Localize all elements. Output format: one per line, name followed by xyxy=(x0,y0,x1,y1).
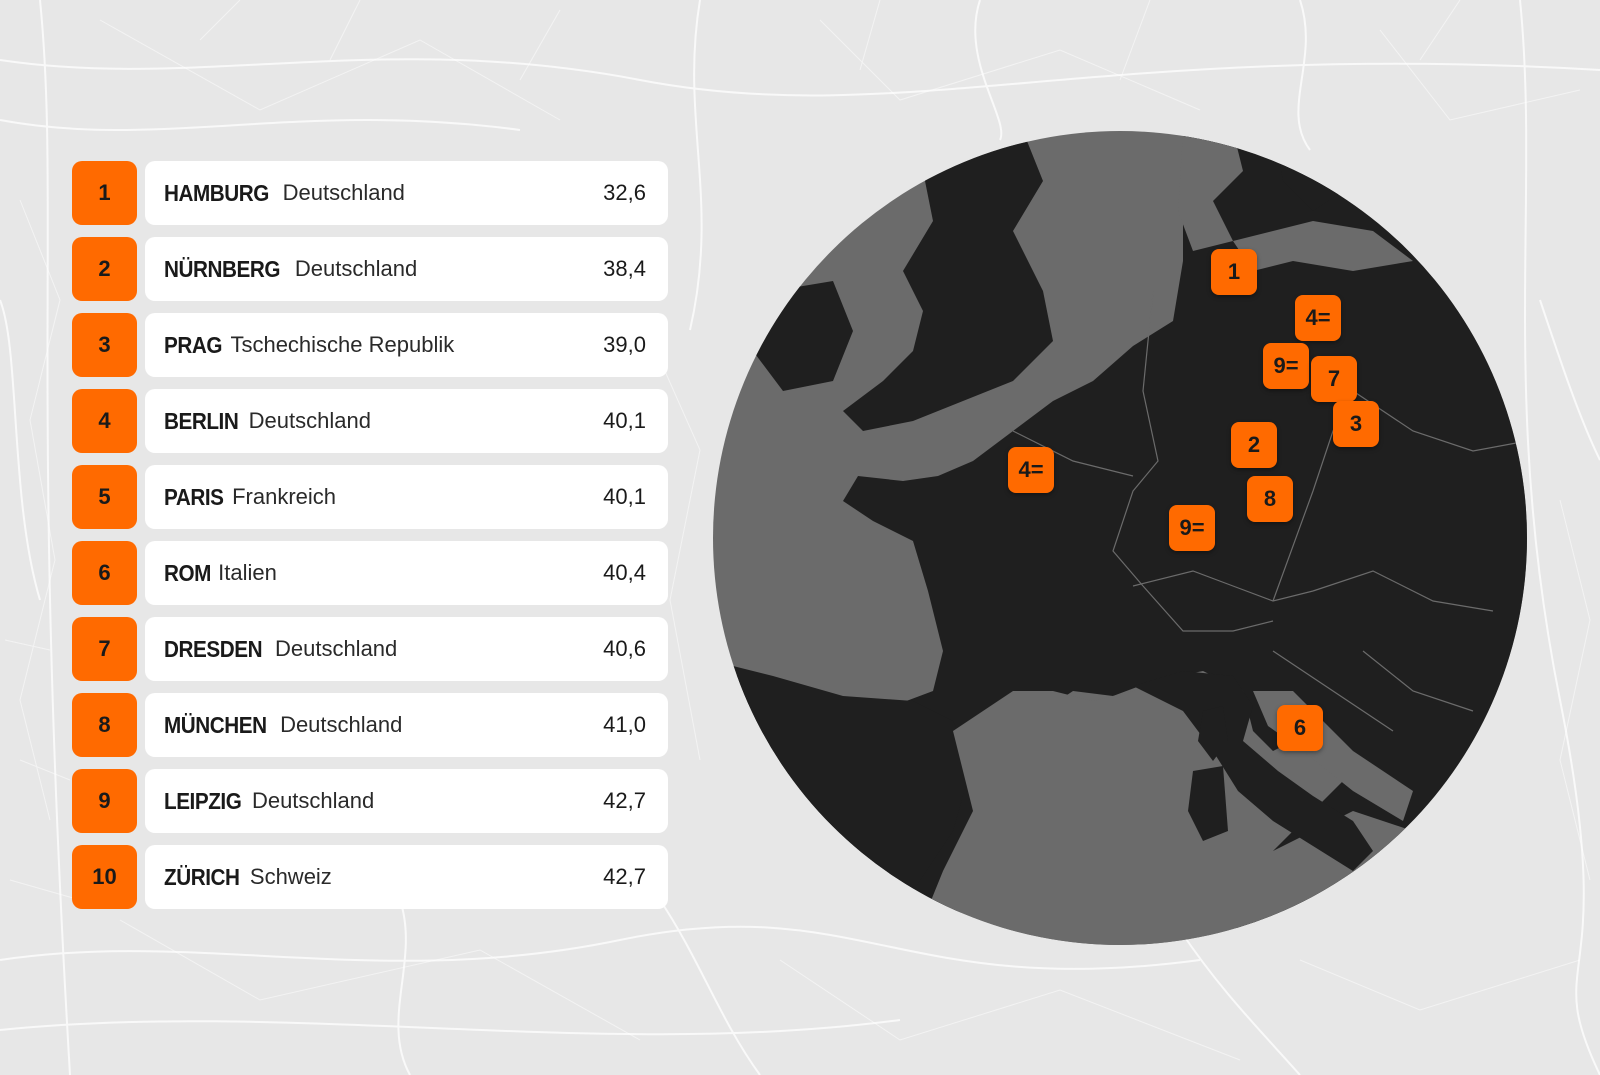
city-name: PRAG xyxy=(164,331,223,358)
city-card: ROM Italien 40,4 xyxy=(145,541,668,605)
map-marker[interactable]: 4= xyxy=(1295,295,1341,341)
rank-badge: 9 xyxy=(72,769,137,833)
score-value: 40,1 xyxy=(603,484,646,509)
city-card: ZÜRICH Schweiz 42,7 xyxy=(145,845,668,909)
rank-badge: 10 xyxy=(72,845,137,909)
rank-badge: 6 xyxy=(72,541,137,605)
score-value: 32,6 xyxy=(603,180,646,205)
score-value: 40,1 xyxy=(603,408,646,433)
country-name: Frankreich xyxy=(232,484,337,509)
city-name: ROM xyxy=(164,559,211,586)
city-card: DRESDEN Deutschland 40,6 xyxy=(145,617,668,681)
score-value: 42,7 xyxy=(603,788,646,813)
city-name: MÜNCHEN xyxy=(164,711,267,738)
country-name: Deutschland xyxy=(251,788,375,813)
rank-badge: 1 xyxy=(72,161,137,225)
score-value: 38,4 xyxy=(603,256,646,281)
city-card: PRAG Tschechische Republik 39,0 xyxy=(145,313,668,377)
country-name: Italien xyxy=(218,560,277,585)
rank-badge: 7 xyxy=(72,617,137,681)
rank-badge: 2 xyxy=(72,237,137,301)
map-marker[interactable]: 4= xyxy=(1008,447,1054,493)
map-marker[interactable]: 1 xyxy=(1211,249,1257,295)
city-name: ZÜRICH xyxy=(164,863,240,890)
list-item: 10 ZÜRICH Schweiz 42,7 xyxy=(72,845,668,909)
score-value: 40,6 xyxy=(603,636,646,661)
city-name: PARIS xyxy=(164,483,224,510)
rank-badge: 4 xyxy=(72,389,137,453)
map-marker[interactable]: 9= xyxy=(1169,505,1215,551)
rank-badge: 3 xyxy=(72,313,137,377)
score-value: 42,7 xyxy=(603,864,646,889)
country-name: Deutschland xyxy=(274,636,398,661)
list-item: 4 BERLIN Deutschland 40,1 xyxy=(72,389,668,453)
city-card: HAMBURG Deutschland 32,6 xyxy=(145,161,668,225)
list-item: 2 NÜRNBERG Deutschland 38,4 xyxy=(72,237,668,301)
country-name: Deutschland xyxy=(294,256,418,281)
city-name: DRESDEN xyxy=(164,635,263,662)
country-name: Deutschland xyxy=(248,408,371,433)
city-name: NÜRNBERG xyxy=(164,255,281,282)
score-value: 41,0 xyxy=(603,712,646,737)
list-item: 7 DRESDEN Deutschland 40,6 xyxy=(72,617,668,681)
country-name: Tschechische Republik xyxy=(230,332,455,357)
list-item: 6 ROM Italien 40,4 xyxy=(72,541,668,605)
map-marker[interactable]: 6 xyxy=(1277,705,1323,751)
city-card: NÜRNBERG Deutschland 38,4 xyxy=(145,237,668,301)
map-marker[interactable]: 9= xyxy=(1263,343,1309,389)
map-marker[interactable]: 2 xyxy=(1231,422,1277,468)
list-item: 5 PARIS Frankreich 40,1 xyxy=(72,465,668,529)
city-card: PARIS Frankreich 40,1 xyxy=(145,465,668,529)
country-name: Schweiz xyxy=(249,864,332,889)
rank-badge: 8 xyxy=(72,693,137,757)
score-value: 40,4 xyxy=(603,560,646,585)
country-name: Deutschland xyxy=(282,180,405,205)
map-marker[interactable]: 8 xyxy=(1247,476,1293,522)
europe-map xyxy=(713,131,1527,945)
city-card: LEIPZIG Deutschland 42,7 xyxy=(145,769,668,833)
city-card: MÜNCHEN Deutschland 41,0 xyxy=(145,693,668,757)
list-item: 9 LEIPZIG Deutschland 42,7 xyxy=(72,769,668,833)
list-item: 8 MÜNCHEN Deutschland 41,0 xyxy=(72,693,668,757)
country-name: Deutschland xyxy=(280,712,403,737)
map-marker[interactable]: 3 xyxy=(1333,401,1379,447)
score-value: 39,0 xyxy=(603,332,646,357)
rank-badge: 5 xyxy=(72,465,137,529)
map-marker[interactable]: 7 xyxy=(1311,356,1357,402)
list-item: 3 PRAG Tschechische Republik 39,0 xyxy=(72,313,668,377)
city-name: LEIPZIG xyxy=(164,787,242,814)
list-item: 1 HAMBURG Deutschland 32,6 xyxy=(72,161,668,225)
city-name: HAMBURG xyxy=(164,179,269,206)
city-name: BERLIN xyxy=(164,407,239,434)
city-card: BERLIN Deutschland 40,1 xyxy=(145,389,668,453)
